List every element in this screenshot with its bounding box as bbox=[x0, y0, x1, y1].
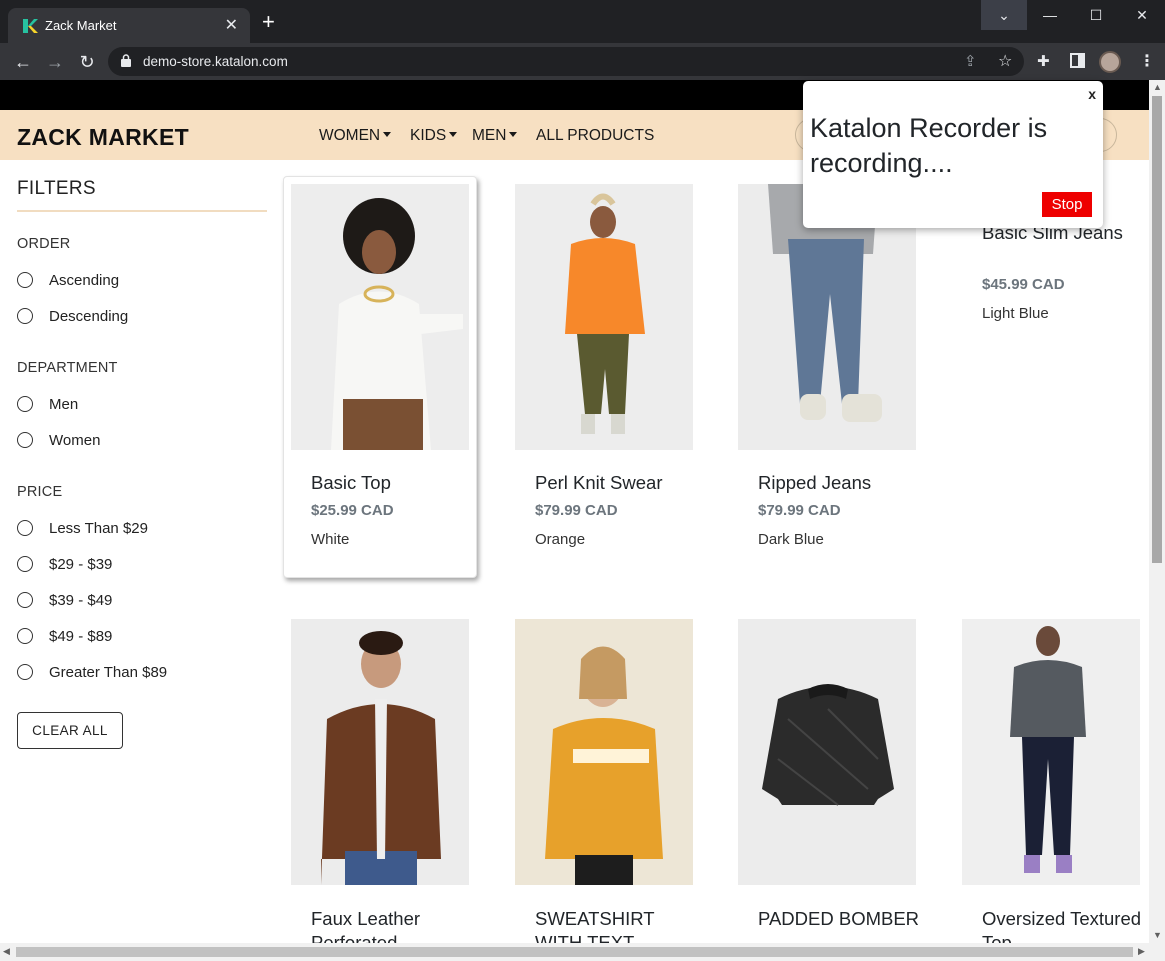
scroll-left-icon[interactable]: ◀ bbox=[3, 946, 10, 957]
profile-avatar[interactable] bbox=[1099, 51, 1121, 73]
reload-icon[interactable]: ↻ bbox=[74, 49, 100, 75]
url-text: demo-store.katalon.com bbox=[143, 54, 288, 69]
tab-title: Zack Market bbox=[45, 18, 117, 33]
vertical-scrollbar[interactable]: ▲ ▼ bbox=[1149, 80, 1165, 943]
filters-title: FILTERS bbox=[17, 178, 96, 199]
share-icon[interactable]: ⇪ bbox=[964, 52, 977, 70]
maximize-button[interactable]: ☐ bbox=[1073, 0, 1119, 30]
radio-price-gt-89[interactable] bbox=[17, 664, 33, 680]
recorder-popup: x Katalon Recorder is recording.... Stop bbox=[803, 81, 1103, 228]
browser-menu-icon[interactable]: ⋮ bbox=[1139, 51, 1155, 71]
radio-label-price-lt-29[interactable]: Less Than $29 bbox=[49, 520, 148, 537]
popup-close-button[interactable]: x bbox=[1088, 86, 1096, 102]
radio-label-men[interactable]: Men bbox=[49, 396, 78, 413]
horizontal-scroll-thumb[interactable] bbox=[16, 947, 1133, 957]
product-name[interactable]: PADDED BOMBER bbox=[758, 907, 928, 931]
product-price: $45.99 CAD bbox=[982, 276, 1065, 293]
product-color: Orange bbox=[535, 531, 586, 548]
scroll-up-icon[interactable]: ▲ bbox=[1153, 82, 1162, 92]
new-tab-button[interactable]: + bbox=[262, 11, 275, 33]
nav-kids-label: KIDS bbox=[410, 127, 447, 144]
browser-tab[interactable]: Zack Market ✕ bbox=[8, 8, 250, 43]
product-image[interactable] bbox=[515, 619, 693, 885]
katalon-favicon-icon bbox=[23, 19, 38, 33]
lock-icon bbox=[121, 54, 131, 67]
filters-panel: FILTERS bbox=[17, 178, 267, 212]
product-name[interactable]: Basic Top bbox=[311, 471, 481, 495]
radio-label-price-29-39[interactable]: $29 - $39 bbox=[49, 556, 112, 573]
product-image[interactable] bbox=[291, 619, 469, 885]
caret-down-icon bbox=[449, 132, 458, 137]
radio-price-39-49[interactable] bbox=[17, 592, 33, 608]
radio-label-price-39-49[interactable]: $39 - $49 bbox=[49, 592, 112, 609]
product-price: $79.99 CAD bbox=[535, 502, 618, 519]
nav-women-label: WOMEN bbox=[319, 127, 381, 144]
product-name[interactable]: Perl Knit Swear bbox=[535, 471, 705, 495]
product-image[interactable] bbox=[962, 619, 1140, 885]
minimize-button[interactable]: — bbox=[1027, 0, 1073, 30]
clear-all-button[interactable]: CLEAR ALL bbox=[17, 712, 123, 749]
radio-label-descending[interactable]: Descending bbox=[49, 308, 128, 325]
nav-men-label: MEN bbox=[472, 127, 507, 144]
product-price: $25.99 CAD bbox=[311, 502, 394, 519]
nav-all-products[interactable]: ALL PRODUCTS bbox=[536, 127, 654, 145]
tab-search-button[interactable]: ⌄ bbox=[981, 0, 1027, 30]
radio-label-price-49-89[interactable]: $49 - $89 bbox=[49, 628, 112, 645]
popup-message: Katalon Recorder is recording.... bbox=[810, 113, 1048, 178]
bookmark-star-icon[interactable]: ☆ bbox=[998, 51, 1012, 71]
caret-down-icon bbox=[383, 132, 392, 137]
product-color: White bbox=[311, 531, 350, 548]
radio-women[interactable] bbox=[17, 432, 33, 448]
product-name[interactable]: Ripped Jeans bbox=[758, 471, 928, 495]
filter-group-department: DEPARTMENT bbox=[17, 360, 118, 376]
product-image[interactable] bbox=[738, 619, 916, 885]
nav-men[interactable]: MEN bbox=[472, 127, 518, 145]
filter-group-order: ORDER bbox=[17, 236, 71, 252]
browser-toolbar: ← → ↻ demo-store.katalon.com ⇪ ☆ ✚ ⋮ bbox=[0, 43, 1165, 80]
scroll-right-icon[interactable]: ▶ bbox=[1138, 946, 1145, 957]
product-color: Light Blue bbox=[982, 305, 1049, 322]
scroll-down-icon[interactable]: ▼ bbox=[1153, 930, 1162, 940]
nav-kids[interactable]: KIDS bbox=[410, 127, 458, 145]
radio-label-women[interactable]: Women bbox=[49, 432, 100, 449]
browser-tab-strip: Zack Market ✕ + ⌄ — ☐ ✕ bbox=[0, 0, 1165, 43]
stop-button[interactable]: Stop bbox=[1042, 192, 1092, 217]
back-arrow-icon[interactable]: ← bbox=[10, 49, 36, 75]
product-color: Dark Blue bbox=[758, 531, 824, 548]
radio-price-29-39[interactable] bbox=[17, 556, 33, 572]
filters-divider bbox=[17, 210, 267, 212]
product-price: $79.99 CAD bbox=[758, 502, 841, 519]
horizontal-scrollbar[interactable]: ◀ ▶ bbox=[0, 943, 1165, 961]
filter-group-price: PRICE bbox=[17, 484, 63, 500]
site-brand[interactable]: ZACK MARKET bbox=[17, 124, 189, 151]
radio-ascending[interactable] bbox=[17, 272, 33, 288]
radio-descending[interactable] bbox=[17, 308, 33, 324]
tab-close-icon[interactable]: ✕ bbox=[225, 15, 238, 35]
nav-women[interactable]: WOMEN bbox=[319, 127, 392, 145]
radio-price-lt-29[interactable] bbox=[17, 520, 33, 536]
forward-arrow-icon[interactable]: → bbox=[42, 49, 68, 75]
close-window-button[interactable]: ✕ bbox=[1119, 0, 1165, 30]
radio-men[interactable] bbox=[17, 396, 33, 412]
address-bar[interactable]: demo-store.katalon.com ⇪ ☆ bbox=[108, 47, 1024, 76]
side-panel-icon[interactable] bbox=[1070, 53, 1085, 68]
product-image[interactable] bbox=[291, 184, 469, 450]
radio-label-price-gt-89[interactable]: Greater Than $89 bbox=[49, 664, 167, 681]
extensions-icon[interactable]: ✚ bbox=[1037, 52, 1050, 70]
radio-price-49-89[interactable] bbox=[17, 628, 33, 644]
radio-label-ascending[interactable]: Ascending bbox=[49, 272, 119, 289]
vertical-scroll-thumb[interactable] bbox=[1152, 96, 1162, 563]
caret-down-icon bbox=[509, 132, 518, 137]
product-image[interactable] bbox=[515, 184, 693, 450]
